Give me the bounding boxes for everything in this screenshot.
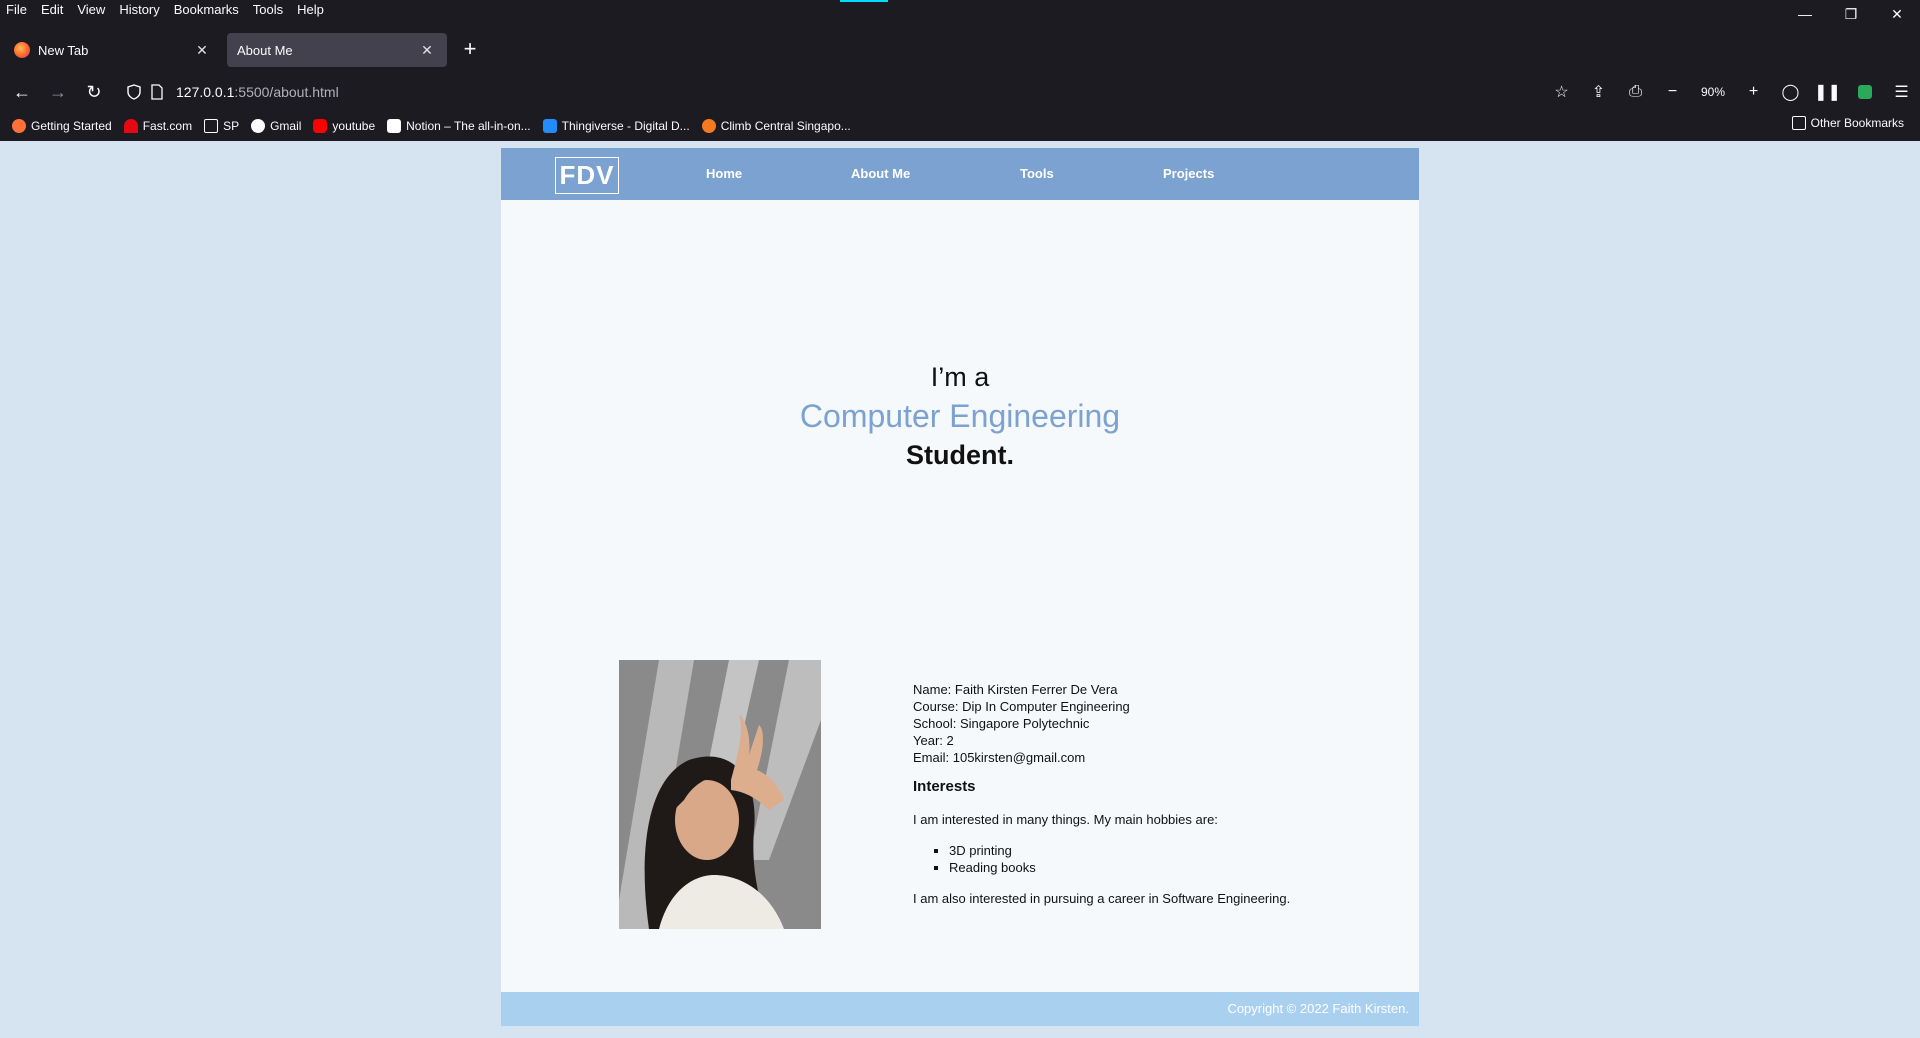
folder-icon xyxy=(1791,116,1806,130)
info-name: Name: Faith Kirsten Ferrer De Vera xyxy=(913,682,1118,697)
url-host: 127.0.0.1 xyxy=(176,84,235,100)
bookmark-getting-started[interactable]: Getting Started xyxy=(0,119,118,133)
site-footer: Copyright © 2022 Faith Kirsten. xyxy=(501,992,1419,1026)
menu-edit[interactable]: Edit xyxy=(34,0,70,20)
folder-icon xyxy=(204,119,219,133)
tab-title: New Tab xyxy=(38,42,89,58)
profile-photo xyxy=(619,660,821,929)
screenshot-icon[interactable]: ⇪ xyxy=(1580,76,1617,108)
menu-tools[interactable]: Tools xyxy=(246,0,290,20)
navigation-toolbar: ← → ↻ 127.0.0.1:5500/about.html ☆ ⇪ ⎙ − … xyxy=(0,74,1920,110)
interests-heading: Interests xyxy=(913,778,976,795)
fast-icon xyxy=(123,119,138,133)
interests-intro: I am interested in many things. My main … xyxy=(913,812,1218,827)
list-item: 3D printing xyxy=(949,842,1373,859)
bookmark-gmail[interactable]: Gmail xyxy=(245,119,307,133)
hero-line-3: Student. xyxy=(906,440,1014,470)
menu-view[interactable]: View xyxy=(70,0,112,20)
site-navbar: FDV Home About Me Tools Projects xyxy=(501,148,1419,200)
bookmark-fast[interactable]: Fast.com xyxy=(118,119,198,133)
restore-icon[interactable]: ❐ xyxy=(1828,0,1874,28)
page-container: FDV Home About Me Tools Projects I’m a C… xyxy=(501,148,1419,1026)
nav-home[interactable]: Home xyxy=(706,148,742,200)
forward-icon[interactable]: → xyxy=(40,76,76,108)
zoom-out-icon[interactable]: − xyxy=(1654,76,1691,108)
hero-accent: Computer Engineering xyxy=(799,398,1121,434)
page-icon xyxy=(151,84,163,100)
thingiverse-icon xyxy=(542,119,557,133)
career-text: I am also interested in pursuing a caree… xyxy=(913,891,1291,906)
new-tab-button[interactable]: + xyxy=(458,38,482,62)
zoom-level[interactable]: 90% xyxy=(1691,85,1735,99)
library-icon[interactable]: ❚❚ xyxy=(1809,76,1846,108)
firefox-icon xyxy=(14,42,30,58)
bookmark-notion[interactable]: Notion – The all-in-on... xyxy=(381,119,537,133)
nav-tools[interactable]: Tools xyxy=(1020,148,1054,200)
print-icon[interactable]: ⎙ xyxy=(1617,76,1654,108)
nav-projects[interactable]: Projects xyxy=(1163,148,1214,200)
menu-file[interactable]: File xyxy=(0,0,34,20)
bookmark-youtube[interactable]: youtube xyxy=(307,119,381,133)
info-course: Course: Dip In Computer Engineering xyxy=(913,699,1130,714)
tab-about-me[interactable]: About Me ✕ xyxy=(227,33,447,67)
hero-section: I’m a Computer Engineering Student. xyxy=(501,358,1419,474)
google-icon xyxy=(251,119,266,133)
hobbies-list: 3D printing Reading books xyxy=(949,842,1373,876)
info-school: School: Singapore Polytechnic xyxy=(913,716,1090,731)
bookmark-thingiverse[interactable]: Thingiverse - Digital D... xyxy=(537,119,696,133)
info-section: Name: Faith Kirsten Ferrer De Vera Cours… xyxy=(913,681,1373,907)
minimize-icon[interactable]: — xyxy=(1782,0,1828,28)
bookmarks-bar: Getting Started Fast.com SP Gmail youtub… xyxy=(0,116,1920,136)
climb-central-icon xyxy=(701,119,716,133)
tab-title: About Me xyxy=(237,42,293,58)
notion-icon xyxy=(387,119,402,133)
menu-bookmarks[interactable]: Bookmarks xyxy=(167,0,246,20)
url-path: :5500/about.html xyxy=(234,84,339,100)
tab-new-tab[interactable]: New Tab ✕ xyxy=(4,33,222,67)
close-icon[interactable]: ✕ xyxy=(192,42,212,59)
browser-chrome: File Edit View History Bookmarks Tools H… xyxy=(0,0,1920,141)
other-bookmarks[interactable]: Other Bookmarks xyxy=(1786,116,1910,130)
profile-photo-illustration xyxy=(619,660,821,929)
info-year: Year: 2 xyxy=(913,733,954,748)
tab-strip: New Tab ✕ About Me ✕ + xyxy=(0,32,1920,68)
copyright-text: Copyright © 2022 Faith Kirsten. xyxy=(1227,1001,1409,1016)
close-icon[interactable]: ✕ xyxy=(417,42,437,59)
menu-bar: File Edit View History Bookmarks Tools H… xyxy=(0,0,1920,20)
list-item: Reading books xyxy=(949,859,1373,876)
close-window-icon[interactable]: ✕ xyxy=(1874,0,1920,28)
youtube-icon xyxy=(313,119,328,133)
bookmark-climb-central[interactable]: Climb Central Singapo... xyxy=(696,119,857,133)
nav-about-me[interactable]: About Me xyxy=(851,148,910,200)
toolbar-icons: ☆ ⇪ ⎙ − 90% + ◯ ❚❚ ☰ xyxy=(1543,74,1920,110)
back-icon[interactable]: ← xyxy=(4,76,40,108)
site-logo[interactable]: FDV xyxy=(555,157,619,194)
shield-icon[interactable] xyxy=(126,84,142,100)
zoom-in-icon[interactable]: + xyxy=(1735,76,1772,108)
info-email: Email: 105kirsten@gmail.com xyxy=(913,750,1086,765)
hero-line-1: I’m a xyxy=(930,362,990,392)
star-icon[interactable]: ☆ xyxy=(1543,76,1580,108)
window-controls: — ❐ ✕ xyxy=(1782,0,1920,28)
pocket-icon[interactable]: ◯ xyxy=(1772,76,1809,108)
reload-icon[interactable]: ↻ xyxy=(76,76,112,108)
extension-icon[interactable] xyxy=(1846,76,1883,108)
url-bar[interactable]: 127.0.0.1:5500/about.html xyxy=(122,76,1572,108)
hamburger-menu-icon[interactable]: ☰ xyxy=(1883,76,1920,108)
menu-help[interactable]: Help xyxy=(290,0,331,20)
bookmark-sp-folder[interactable]: SP xyxy=(198,119,245,133)
menu-history[interactable]: History xyxy=(112,0,166,20)
firefox-icon xyxy=(12,119,26,133)
